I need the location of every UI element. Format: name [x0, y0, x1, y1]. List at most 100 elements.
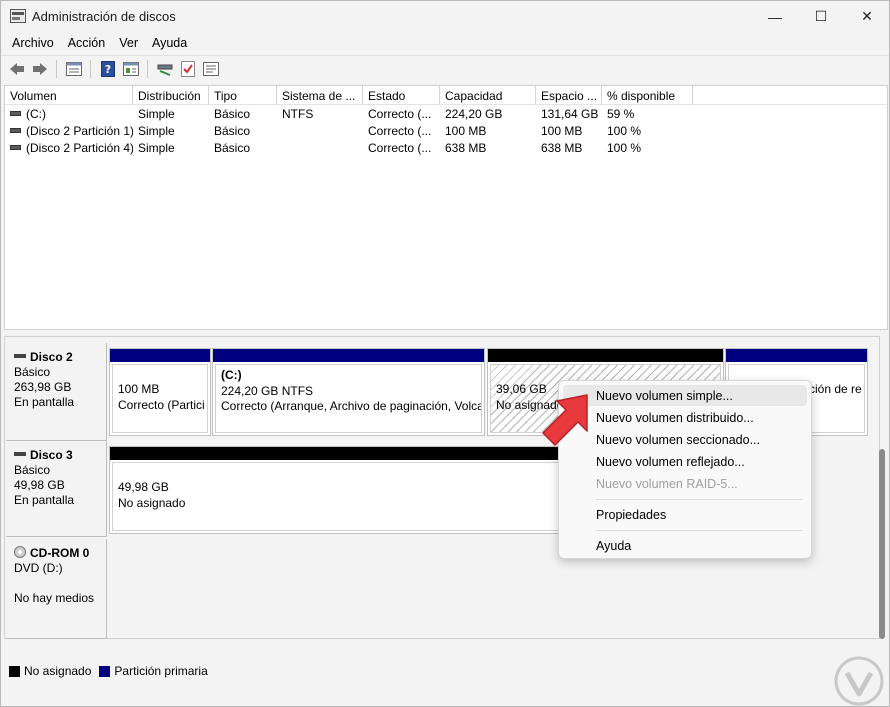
partition-size: 224,20 GB NTFS — [221, 383, 314, 398]
menu-ayuda[interactable]: Ayuda — [145, 36, 194, 50]
back-arrow-icon[interactable] — [6, 59, 27, 79]
partition-body: 100 MB Correcto (Partici — [112, 364, 208, 433]
watermark-logo — [834, 656, 884, 706]
legend-label: No asignado — [24, 664, 92, 678]
title-bar: Administración de discos — ☐ ✕ — [1, 1, 889, 32]
column-disponible[interactable]: % disponible — [602, 86, 693, 105]
partition-body: 49,98 GB No asignado — [112, 462, 566, 531]
disk-name: Disco 3 — [30, 448, 73, 462]
minimize-button[interactable]: — — [752, 1, 798, 32]
menu-item-nuevo-volumen-seccionado[interactable]: Nuevo volumen seccionado... — [563, 429, 807, 450]
list-header: Volumen Distribución Tipo Sistema de ...… — [5, 86, 887, 105]
disk-name: Disco 2 — [30, 350, 73, 364]
menu-bar: Archivo Acción Ver Ayuda — [1, 32, 889, 54]
cell-espacio: 131,64 GB — [541, 107, 599, 121]
connect-icon[interactable] — [154, 59, 175, 79]
cell-disponible: 59 % — [607, 107, 635, 121]
table-row[interactable]: (Disco 2 Partición 1) Simple Básico Corr… — [5, 122, 887, 139]
column-estado[interactable]: Estado — [363, 86, 440, 105]
cd-icon — [14, 545, 26, 558]
window-title: Administración de discos — [32, 9, 176, 24]
menu-item-nuevo-volumen-distribuido[interactable]: Nuevo volumen distribuido... — [563, 407, 807, 428]
disk-type: Básico — [14, 365, 51, 379]
legend-swatch-primary — [99, 665, 111, 677]
partition-type-bar — [488, 349, 723, 362]
cell-estado: Correcto (... — [368, 124, 432, 138]
menu-item-propiedades[interactable]: Propiedades — [563, 504, 807, 525]
close-button[interactable]: ✕ — [844, 1, 889, 32]
menu-archivo[interactable]: Archivo — [5, 36, 61, 50]
disk-status: No hay medios — [14, 591, 95, 605]
partition-disco2-1[interactable]: 100 MB Correcto (Partici — [109, 348, 211, 436]
column-tipo[interactable]: Tipo — [209, 86, 277, 105]
cell-volumen: (Disco 2 Partición 4) — [5, 139, 133, 156]
cell-espacio: 100 MB — [541, 124, 583, 138]
column-capacidad[interactable]: Capacidad — [440, 86, 536, 105]
disk-type: Básico — [14, 463, 51, 477]
table-row[interactable]: (C:) Simple Básico NTFS Correcto (... 22… — [5, 105, 887, 122]
partition-status: Correcto (Arranque, Archivo de paginació… — [221, 399, 482, 413]
cell-distribucion: Simple — [138, 141, 175, 155]
menu-item-nuevo-volumen-simple[interactable]: Nuevo volumen simple... — [563, 385, 807, 406]
menu-item-nuevo-volumen-raid5: Nuevo volumen RAID-5... — [596, 477, 738, 491]
disk-label-disco-2[interactable]: Disco 2 Básico 263,98 GB En pantalla — [6, 343, 107, 441]
svg-text:?: ? — [104, 63, 110, 76]
partition-status: No asignado — [118, 495, 186, 510]
disk-area-scrollbar[interactable] — [879, 449, 885, 639]
cell-tipo: Básico — [214, 124, 251, 138]
cell-disponible: 100 % — [607, 124, 642, 138]
legend-swatch-unallocated — [9, 665, 20, 677]
disk-label-cdrom-0[interactable]: CD-ROM 0 DVD (D:) No hay medios — [6, 539, 107, 639]
partition-type-bar — [110, 349, 210, 362]
cell-volumen: (Disco 2 Partición 1) — [5, 122, 133, 139]
disk-status: En pantalla — [14, 493, 75, 507]
partition-unallocated-disco3[interactable]: 49,98 GB No asignado — [109, 446, 569, 534]
disk-size: 263,98 GB — [14, 380, 72, 394]
cell-espacio: 638 MB — [541, 141, 583, 155]
list-view-icon[interactable] — [120, 59, 141, 79]
volume-icon — [10, 128, 21, 134]
column-distribucion[interactable]: Distribución — [133, 86, 209, 105]
legend-item-primary: Partición primaria — [99, 664, 208, 678]
toolbar-separator — [147, 59, 148, 78]
cell-estado: Correcto (... — [368, 107, 432, 121]
forward-arrow-icon[interactable] — [29, 59, 50, 79]
legend-label: Partición primaria — [114, 664, 208, 678]
legend: No asignado Partición primaria — [4, 661, 888, 681]
volume-icon — [10, 145, 21, 151]
maximize-button[interactable]: ☐ — [798, 1, 844, 32]
table-row[interactable]: (Disco 2 Partición 4) Simple Básico Corr… — [5, 139, 887, 156]
column-volumen[interactable]: Volumen — [5, 86, 133, 105]
partition-type-bar — [726, 349, 867, 362]
column-sistema[interactable]: Sistema de ... — [277, 86, 363, 105]
disk-view-icon[interactable] — [63, 59, 84, 79]
volume-list[interactable]: Volumen Distribución Tipo Sistema de ...… — [4, 85, 888, 330]
check-icon[interactable] — [177, 59, 198, 79]
toolbar-separator — [56, 59, 57, 78]
partition-type-bar — [213, 349, 484, 362]
cell-distribucion: Simple — [138, 124, 175, 138]
disk-name: CD-ROM 0 — [30, 546, 90, 560]
cell-sistema — [277, 122, 363, 139]
menu-accion[interactable]: Acción — [61, 36, 113, 50]
disk-management-window: Administración de discos — ☐ ✕ Archivo A… — [0, 0, 890, 707]
partition-c[interactable]: (C:) 224,20 GB NTFS Correcto (Arranque, … — [212, 348, 485, 436]
disk-icon — [14, 353, 26, 358]
cell-distribucion: Simple — [138, 107, 175, 121]
menu-item-ayuda[interactable]: Ayuda — [563, 535, 807, 556]
cell-capacidad: 224,20 GB — [445, 107, 503, 121]
cell-tipo: Básico — [214, 141, 251, 155]
properties-icon[interactable] — [200, 59, 221, 79]
menu-separator — [596, 530, 803, 531]
cell-sistema: NTFS — [282, 107, 314, 121]
partition-size: 49,98 GB — [118, 480, 169, 494]
cell-estado: Correcto (... — [368, 141, 432, 155]
menu-ver[interactable]: Ver — [112, 36, 145, 50]
cell-capacidad: 638 MB — [445, 141, 487, 155]
help-icon[interactable]: ? — [97, 59, 118, 79]
column-espacio[interactable]: Espacio ... — [536, 86, 602, 105]
disk-status: En pantalla — [14, 395, 75, 409]
disk-label-disco-3[interactable]: Disco 3 Básico 49,98 GB En pantalla — [6, 441, 107, 537]
menu-item-nuevo-volumen-reflejado[interactable]: Nuevo volumen reflejado... — [563, 451, 807, 472]
disk-icon — [14, 451, 26, 456]
